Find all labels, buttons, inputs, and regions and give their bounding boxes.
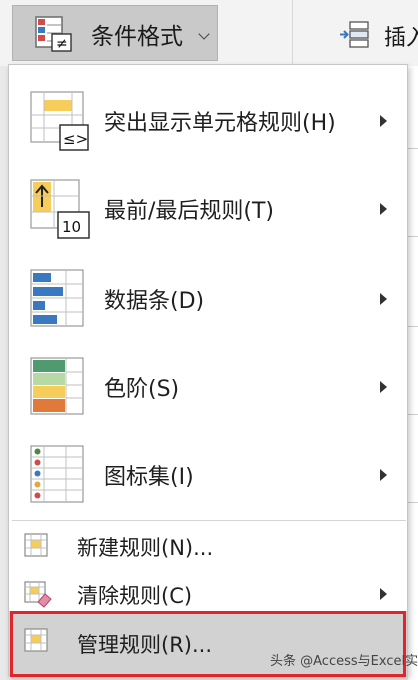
menu-item-label: 新建规则(N)... xyxy=(77,536,214,560)
conditional-format-label: 条件格式 xyxy=(91,24,183,50)
menu-item-label: 色阶(S) xyxy=(104,377,180,402)
menu-divider xyxy=(12,520,406,521)
ribbon: ≠ 条件格式 插入 xyxy=(0,0,418,66)
menu-item-top-bottom-rules[interactable]: 10 最前/最后规则(T) xyxy=(9,165,407,253)
top-bottom-icon-number: 10 xyxy=(62,218,81,236)
menu-item-label: 管理规则(R)... xyxy=(77,633,213,657)
color-scales-icon xyxy=(30,357,84,415)
top-bottom-rules-icon: 10 xyxy=(30,179,90,239)
submenu-arrow-icon xyxy=(380,469,387,481)
svg-text:≠: ≠ xyxy=(56,36,68,52)
submenu-arrow-icon xyxy=(380,293,387,305)
menu-item-new-rule[interactable]: 新建规则(N)... xyxy=(9,523,407,569)
menu-item-label: 清除规则(C) xyxy=(77,584,193,608)
menu-item-highlight-cells-rules[interactable]: ≤> 突出显示单元格规则(H) xyxy=(9,77,407,165)
highlight-icon-symbol: ≤> xyxy=(63,130,88,148)
icon-sets-icon xyxy=(30,445,84,503)
new-rule-icon xyxy=(24,533,48,557)
submenu-arrow-icon xyxy=(380,381,387,393)
menu-item-color-scales[interactable]: 色阶(S) xyxy=(9,343,407,431)
insert-cells-icon xyxy=(340,21,369,48)
submenu-arrow-icon xyxy=(380,115,387,127)
insert-label: 插入 xyxy=(384,26,418,51)
menu-item-icon-sets[interactable]: 图标集(I) xyxy=(9,431,407,519)
sheet-background xyxy=(408,66,418,680)
chevron-down-icon xyxy=(198,28,210,40)
manage-rules-icon xyxy=(24,628,48,652)
clear-rules-icon xyxy=(24,581,52,608)
menu-item-label: 突出显示单元格规则(H) xyxy=(104,111,336,136)
submenu-arrow-icon xyxy=(380,203,387,215)
menu-item-label: 最前/最后规则(T) xyxy=(104,199,275,224)
conditional-format-icon: ≠ xyxy=(35,16,72,52)
ribbon-divider xyxy=(292,0,293,66)
highlight-cells-rules-icon: ≤> xyxy=(30,91,89,151)
submenu-arrow-icon xyxy=(380,588,387,600)
watermark: 头条 @Access与Excel实战 xyxy=(270,654,418,669)
menu-item-data-bars[interactable]: 数据条(D) xyxy=(9,255,407,343)
menu-item-label: 图标集(I) xyxy=(104,465,194,490)
menu-item-label: 数据条(D) xyxy=(104,289,205,314)
data-bars-icon xyxy=(30,269,84,327)
conditional-format-menu: ≤> 突出显示单元格规则(H) 10 最前/最后规则(T) 数据条(D) 色阶(… xyxy=(8,64,408,677)
conditional-format-button[interactable]: ≠ 条件格式 xyxy=(12,5,218,61)
